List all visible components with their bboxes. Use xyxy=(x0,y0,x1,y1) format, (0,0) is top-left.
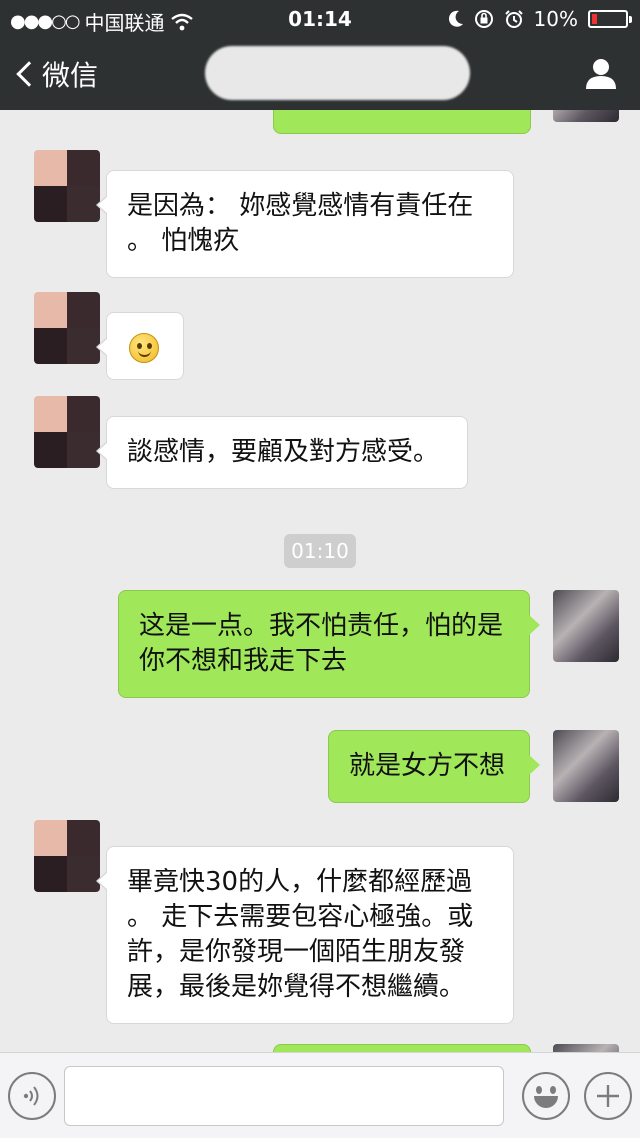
smile-emoji-icon xyxy=(129,332,159,363)
header: ●●●○○ 中国联通 01:14 10% 微信 xyxy=(0,0,640,110)
status-bar: ●●●○○ 中国联通 01:14 10% xyxy=(0,0,640,38)
message-row: 就是女方不想 xyxy=(0,730,640,803)
chat-title-redacted xyxy=(205,46,470,100)
back-chevron-icon xyxy=(16,61,42,87)
message-row xyxy=(0,110,640,134)
avatar[interactable] xyxy=(34,820,100,892)
avatar[interactable] xyxy=(34,292,100,364)
message-row: 是因為： 妳感覺感情有責任在 。 怕愧疚 xyxy=(0,150,640,278)
voice-button[interactable] xyxy=(8,1072,56,1120)
timestamp: 01:10 xyxy=(284,534,356,568)
input-bar xyxy=(0,1052,640,1138)
message-bubble[interactable] xyxy=(96,312,184,380)
emoji-icon xyxy=(528,1078,564,1114)
message-row xyxy=(0,1044,640,1052)
emoji-button[interactable] xyxy=(522,1072,570,1120)
back-label: 微信 xyxy=(42,59,99,92)
nav-bar: 微信 xyxy=(0,38,640,110)
more-button[interactable] xyxy=(584,1072,632,1120)
avatar[interactable] xyxy=(553,590,619,662)
status-right: 10% xyxy=(448,7,632,31)
message-bubble[interactable]: 就是女方不想 xyxy=(328,730,540,803)
alarm-icon xyxy=(504,10,523,28)
message-bubble[interactable]: 是因為： 妳感覺感情有責任在 。 怕愧疚 xyxy=(96,170,514,278)
orientation-lock-icon xyxy=(474,10,493,28)
chat-area[interactable]: 是因為： 妳感覺感情有責任在 。 怕愧疚 談感情，要顧及對方感受。 01:10 … xyxy=(0,110,640,1052)
back-button[interactable]: 微信 xyxy=(14,54,98,94)
profile-icon[interactable] xyxy=(584,56,618,90)
message-input[interactable] xyxy=(64,1066,504,1126)
message-row: 畢竟快30的人，什麼都經歷過 。 走下去需要包容心極強。或許，是你發現一個陌生朋… xyxy=(0,820,640,1024)
message-row: 談感情，要顧及對方感受。 xyxy=(0,396,640,489)
message-bubble[interactable]: 这是一点。我不怕责任，怕的是你不想和我走下去 xyxy=(118,590,540,698)
avatar[interactable] xyxy=(34,396,100,468)
message-bubble[interactable] xyxy=(273,110,531,134)
message-row: 这是一点。我不怕责任，怕的是你不想和我走下去 xyxy=(0,590,640,698)
battery-icon xyxy=(588,10,632,28)
moon-icon xyxy=(448,10,463,27)
message-bubble[interactable] xyxy=(273,1044,531,1052)
avatar[interactable] xyxy=(553,730,619,802)
voice-icon xyxy=(23,1086,39,1106)
avatar[interactable] xyxy=(553,1044,619,1052)
battery-percent: 10% xyxy=(533,7,578,31)
message-bubble[interactable]: 畢竟快30的人，什麼都經歷過 。 走下去需要包容心極強。或許，是你發現一個陌生朋… xyxy=(96,846,514,1024)
plus-icon xyxy=(597,1085,619,1107)
message-row xyxy=(0,292,640,382)
avatar[interactable] xyxy=(553,110,619,122)
message-bubble[interactable]: 談感情，要顧及對方感受。 xyxy=(96,416,468,489)
avatar[interactable] xyxy=(34,150,100,222)
